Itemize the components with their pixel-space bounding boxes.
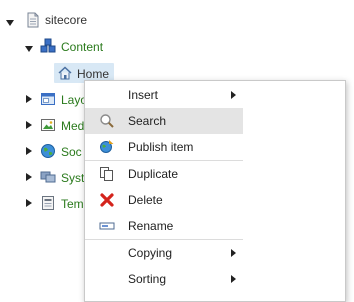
tree-label-system[interactable]: Syst bbox=[61, 171, 84, 185]
submenu-arrow-icon bbox=[231, 275, 236, 283]
tree-label-content[interactable]: Content bbox=[61, 40, 103, 54]
menu-item-label: Delete bbox=[128, 193, 163, 207]
content-cubes-icon bbox=[40, 38, 56, 53]
menu-item-label: Duplicate bbox=[128, 167, 179, 181]
social-globe-icon bbox=[41, 144, 55, 158]
submenu-arrow-icon bbox=[231, 91, 236, 99]
tree-label-templates[interactable]: Tem bbox=[61, 197, 84, 211]
menu-item-label: Rename bbox=[128, 219, 174, 233]
expand-arrow-icon[interactable] bbox=[26, 95, 32, 103]
publish-globe-icon bbox=[100, 140, 114, 153]
menu-item-delete[interactable]: Delete bbox=[85, 187, 243, 213]
menu-item-copying[interactable]: Copying bbox=[85, 240, 243, 266]
menu-item-label: Publish item bbox=[128, 140, 194, 154]
menu-item-label: Insert bbox=[128, 88, 159, 102]
tree-label-sitecore[interactable]: sitecore bbox=[45, 13, 87, 27]
expand-arrow-icon[interactable] bbox=[26, 173, 32, 181]
tree-label-home[interactable]: Home bbox=[77, 67, 109, 81]
tree-label-social[interactable]: Soc bbox=[61, 145, 82, 159]
layout-window-icon bbox=[41, 93, 55, 105]
tree-label-media[interactable]: Med bbox=[61, 119, 84, 133]
menu-item-duplicate[interactable]: Duplicate bbox=[85, 161, 243, 187]
duplicate-pages-icon bbox=[100, 167, 113, 181]
template-icon bbox=[42, 196, 54, 210]
collapse-arrow-icon[interactable] bbox=[25, 46, 33, 52]
media-image-icon bbox=[41, 119, 55, 131]
menu-item-publish[interactable]: Publish item bbox=[85, 134, 243, 160]
menu-item-label: Search bbox=[128, 114, 167, 128]
submenu-arrow-icon bbox=[231, 249, 236, 257]
menu-item-rename[interactable]: Rename bbox=[85, 213, 243, 239]
collapse-arrow-icon[interactable] bbox=[6, 20, 14, 26]
expand-arrow-icon[interactable] bbox=[26, 199, 32, 207]
menu-item-label: Sorting bbox=[128, 272, 167, 286]
home-icon bbox=[58, 66, 72, 80]
context-menu: Insert Search Publish item Duplicate Del… bbox=[84, 80, 346, 302]
magnifier-icon bbox=[100, 114, 114, 128]
red-x-icon bbox=[100, 193, 114, 207]
menu-item-sorting[interactable]: Sorting bbox=[85, 266, 243, 292]
system-icon bbox=[40, 171, 56, 183]
document-icon bbox=[27, 12, 39, 28]
rename-field-icon bbox=[99, 222, 115, 230]
menu-item-search[interactable]: Search bbox=[85, 108, 243, 134]
menu-item-label: Copying bbox=[128, 246, 173, 260]
expand-arrow-icon[interactable] bbox=[26, 121, 32, 129]
expand-arrow-icon[interactable] bbox=[26, 147, 32, 155]
menu-item-insert[interactable]: Insert bbox=[85, 82, 243, 108]
